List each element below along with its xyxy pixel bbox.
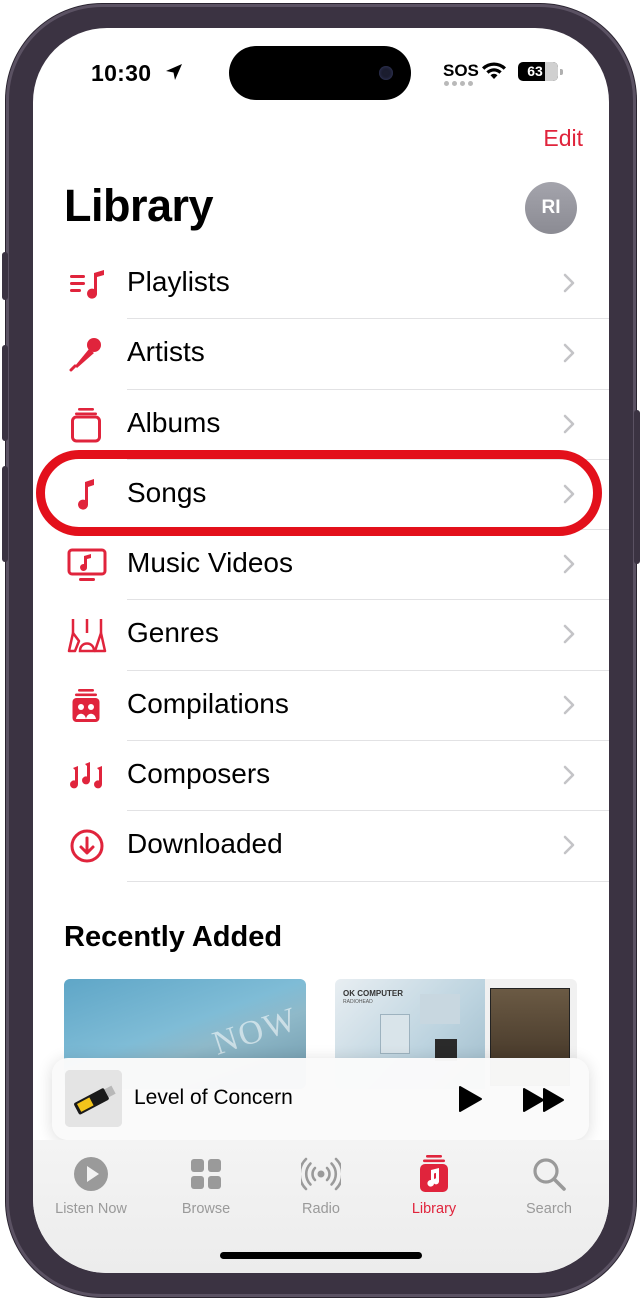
recently-added-title: Recently Added — [64, 921, 283, 953]
chevron-right-icon — [563, 554, 575, 574]
search-icon — [533, 1158, 566, 1191]
mini-player[interactable]: Level of Concern — [52, 1058, 589, 1140]
tab-library[interactable]: Library — [384, 1154, 484, 1217]
library-item-downloaded[interactable]: Downloaded — [33, 811, 609, 882]
tab-label: Search — [526, 1201, 572, 1217]
sos-indicator: SOS — [443, 61, 479, 80]
chevron-right-icon — [563, 484, 575, 504]
library-item-label: Music Videos — [127, 547, 294, 579]
power-button — [634, 410, 640, 564]
tab-listen-now[interactable]: Listen Now — [41, 1154, 141, 1217]
library-item-artists[interactable]: Artists — [33, 319, 609, 390]
tab-label: Library — [411, 1201, 457, 1217]
fast-forward-icon[interactable] — [522, 1087, 566, 1113]
compilations-icon — [72, 688, 100, 722]
tab-browse[interactable]: Browse — [156, 1154, 256, 1217]
library-icon — [420, 1155, 448, 1192]
account-avatar[interactable]: RI — [525, 182, 577, 234]
library-item-composers[interactable]: Composers — [33, 741, 609, 812]
tab-label: Radio — [302, 1201, 340, 1217]
library-list: Playlists Artists Albums Songs Music Vid… — [33, 249, 609, 882]
usb-drive-artwork-icon — [65, 1070, 122, 1127]
chevron-right-icon — [563, 695, 575, 715]
status-time: 10:30 — [91, 60, 152, 86]
chevron-right-icon — [563, 343, 575, 363]
page-title: Library — [64, 180, 214, 231]
library-item-label: Downloaded — [127, 828, 283, 860]
signal-dots-icon — [444, 81, 473, 86]
library-item-label: Songs — [127, 476, 207, 508]
tab-search[interactable]: Search — [499, 1154, 599, 1217]
library-item-label: Artists — [127, 336, 205, 368]
download-circle-icon — [70, 829, 104, 863]
album-artwork-graphic: NOW — [208, 1000, 303, 1063]
album-stack-icon — [71, 407, 101, 443]
music-video-icon — [67, 548, 107, 582]
now-playing-title: Level of Concern — [134, 1086, 293, 1109]
library-item-songs[interactable]: Songs — [33, 460, 609, 531]
chevron-right-icon — [563, 625, 575, 644]
grid-icon — [191, 1159, 221, 1189]
chevron-right-icon — [563, 836, 575, 855]
battery-level: 63 — [527, 63, 543, 79]
library-item-label: Playlists — [127, 266, 230, 297]
library-item-albums[interactable]: Albums — [33, 390, 609, 460]
music-note-icon — [78, 478, 94, 510]
composers-icon — [70, 762, 103, 789]
battery-indicator: 63 — [518, 62, 558, 81]
edit-button[interactable]: Edit — [543, 125, 583, 152]
library-item-music-videos[interactable]: Music Videos — [33, 530, 609, 601]
dynamic-island — [229, 46, 411, 100]
home-indicator[interactable] — [220, 1252, 422, 1259]
guitars-icon — [67, 619, 107, 653]
action-button — [2, 252, 8, 300]
chevron-right-icon — [563, 765, 575, 785]
tab-label: Browse — [181, 1201, 231, 1217]
tab-radio[interactable]: Radio — [271, 1154, 371, 1217]
play-circle-icon — [74, 1157, 108, 1191]
screen: 10:30 SOS 63 Edit Library RI Playlists A… — [33, 28, 609, 1273]
chevron-right-icon — [563, 273, 575, 293]
battery-tip — [560, 69, 563, 75]
volume-down-button — [2, 466, 8, 562]
camera-icon — [379, 66, 393, 80]
wifi-icon — [482, 62, 506, 79]
library-item-label: Compilations — [127, 687, 289, 719]
volume-up-button — [2, 345, 8, 441]
play-icon[interactable] — [457, 1085, 483, 1113]
library-item-label: Albums — [127, 406, 221, 438]
tab-label: Listen Now — [55, 1201, 127, 1217]
library-item-label: Genres — [127, 617, 219, 649]
microphone-icon — [69, 338, 101, 372]
chevron-right-icon — [563, 414, 575, 433]
library-item-playlists[interactable]: Playlists — [33, 249, 609, 320]
playlists-icon — [70, 270, 104, 299]
library-item-label: Composers — [127, 758, 271, 790]
library-item-compilations[interactable]: Compilations — [33, 671, 609, 742]
library-item-genres[interactable]: Genres — [33, 600, 609, 671]
track-artwork — [65, 1070, 122, 1127]
location-arrow-icon — [166, 64, 182, 80]
radio-waves-icon — [301, 1157, 341, 1191]
